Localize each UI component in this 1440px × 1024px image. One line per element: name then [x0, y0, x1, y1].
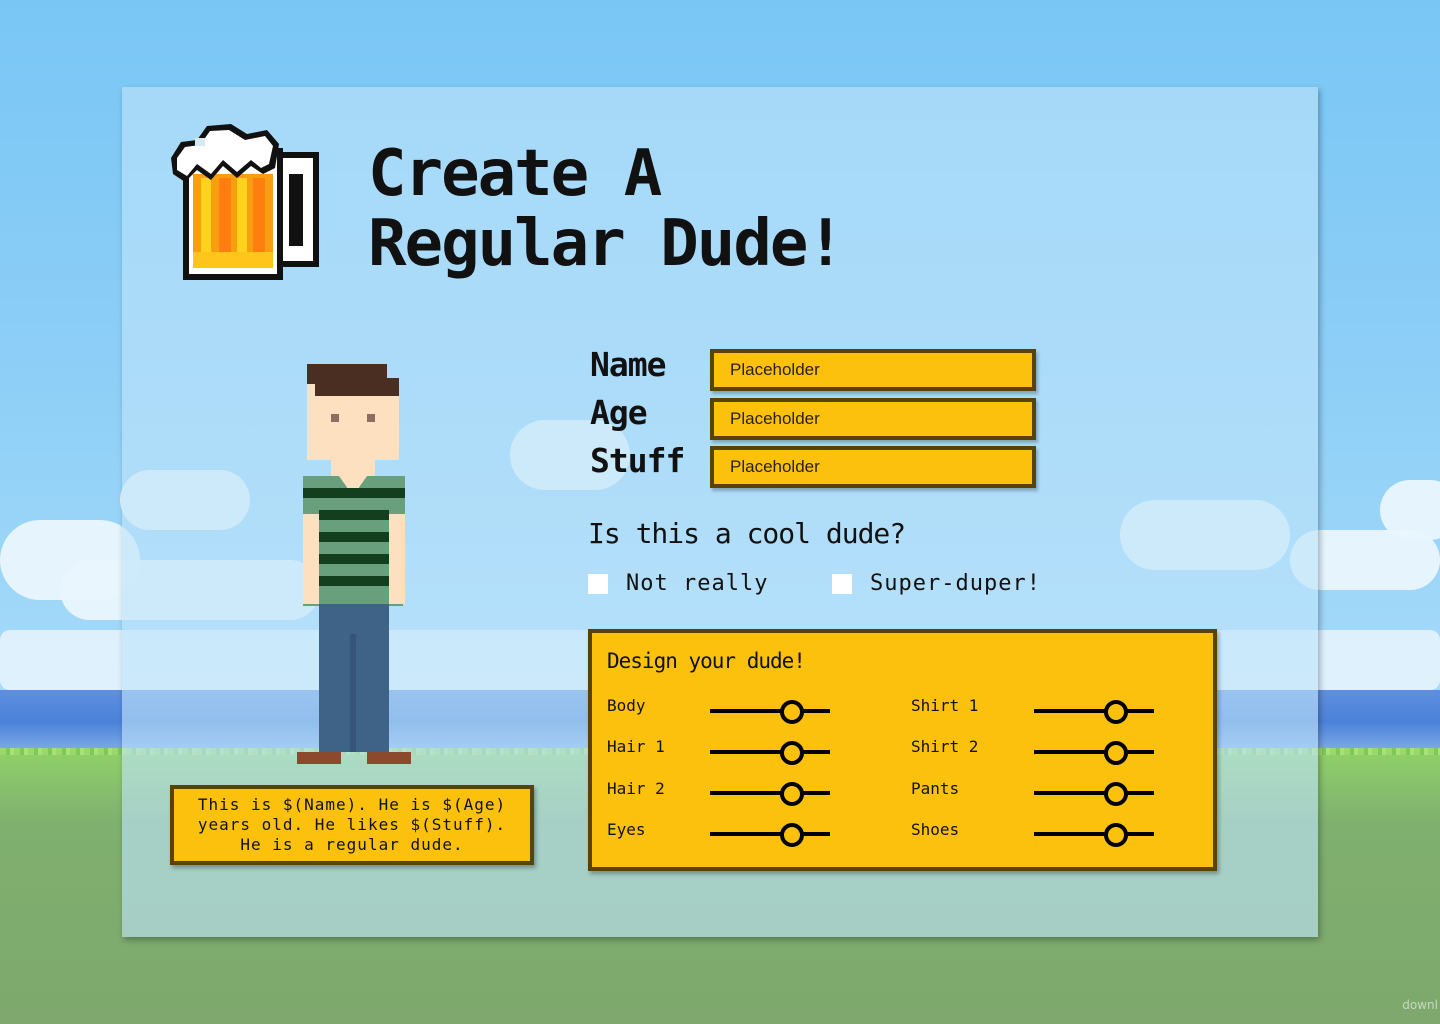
shirt-2-slider[interactable]: [1034, 740, 1154, 765]
slider-knob[interactable]: [1103, 823, 1128, 847]
age-input[interactable]: [710, 398, 1036, 440]
slider-track: [1034, 709, 1154, 713]
slider-label-hair-2: Hair 2: [607, 779, 665, 798]
cloud: [1380, 480, 1440, 540]
slider-knob[interactable]: [779, 741, 804, 765]
dude-eye-left: [331, 414, 339, 422]
slider-knob[interactable]: [1103, 741, 1128, 765]
option-super-duper[interactable]: Super-duper!: [832, 571, 1041, 596]
slider-label-shoes: Shoes: [911, 820, 960, 839]
slider-knob[interactable]: [779, 700, 804, 724]
dude-preview: [297, 364, 411, 764]
bio-box: This is $(Name). He is $(Age) years old.…: [170, 785, 534, 865]
design-panel: Design your dude! Body Hair 1 Hair 2 Eye…: [588, 629, 1217, 871]
title-line-2: Regular Dude!: [368, 207, 845, 281]
stuff-label: Stuff: [590, 441, 685, 480]
dude-shoe-right: [367, 752, 411, 764]
stuff-input[interactable]: [710, 446, 1036, 488]
body-slider[interactable]: [710, 699, 830, 724]
bio-text: This is $(Name). He is $(Age) years old.…: [197, 795, 507, 854]
page-title: Create A Regular Dude!: [368, 137, 845, 281]
cool-dude-question: Is this a cool dude?: [588, 517, 906, 550]
eyes-slider[interactable]: [710, 822, 830, 847]
slider-track: [710, 832, 830, 836]
hair-2-slider[interactable]: [710, 781, 830, 806]
slider-label-pants: Pants: [911, 779, 960, 798]
pants-slider[interactable]: [1034, 781, 1154, 806]
slider-label-body: Body: [607, 696, 646, 715]
name-input[interactable]: [710, 349, 1036, 391]
dude-eye-right: [367, 414, 375, 422]
slider-knob[interactable]: [779, 823, 804, 847]
watermark: downl: [1402, 998, 1438, 1012]
age-label: Age: [590, 393, 648, 432]
slider-track: [1034, 791, 1154, 795]
slider-track: [710, 750, 830, 754]
slider-knob[interactable]: [1103, 700, 1128, 724]
not-really-label: Not really: [626, 571, 769, 596]
dude-hair: [307, 364, 387, 400]
beer-mug-icon: [171, 124, 319, 280]
slider-knob[interactable]: [1103, 782, 1128, 806]
slider-label-hair-1: Hair 1: [607, 737, 665, 756]
hair-1-slider[interactable]: [710, 740, 830, 765]
name-label: Name: [590, 345, 666, 384]
title-line-1: Create A: [368, 137, 662, 211]
slider-track: [1034, 832, 1154, 836]
super-duper-checkbox[interactable]: [832, 573, 852, 594]
slider-knob[interactable]: [779, 782, 804, 806]
design-title: Design your dude!: [607, 649, 806, 673]
shirt-1-slider[interactable]: [1034, 699, 1154, 724]
dude-shoe-left: [297, 752, 341, 764]
option-not-really[interactable]: Not really: [588, 571, 768, 596]
shoes-slider[interactable]: [1034, 822, 1154, 847]
slider-label-shirt-1: Shirt 1: [911, 696, 979, 715]
slider-track: [710, 709, 830, 713]
slider-track: [710, 791, 830, 795]
not-really-checkbox[interactable]: [588, 573, 608, 594]
dude-head: [307, 396, 399, 460]
super-duper-label: Super-duper!: [870, 571, 1041, 596]
slider-track: [1034, 750, 1154, 754]
slider-label-shirt-2: Shirt 2: [911, 737, 979, 756]
slider-label-eyes: Eyes: [607, 820, 646, 839]
creator-panel: Create A Regular Dude! This is $(Name). …: [122, 87, 1318, 937]
